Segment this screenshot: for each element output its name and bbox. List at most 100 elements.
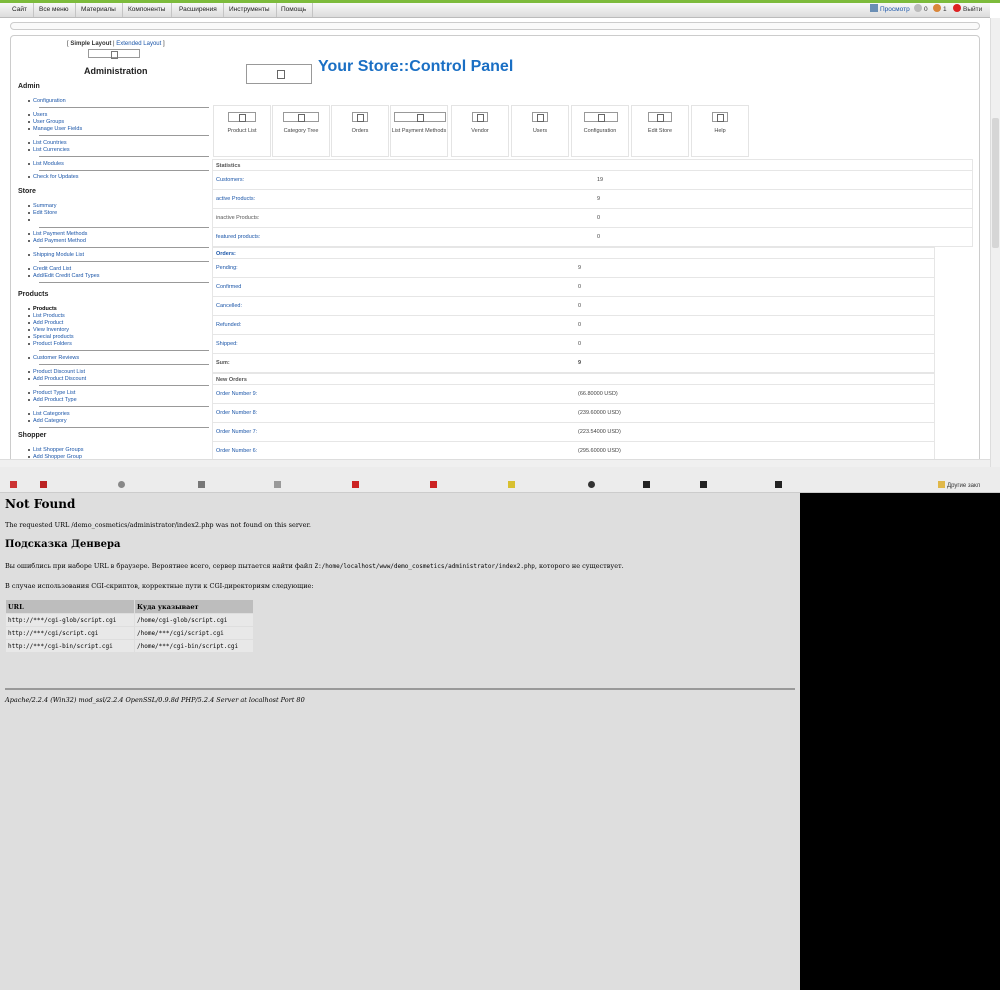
sidebar-item-product-type-list[interactable]: Product Type List [27,390,75,396]
table-row: http://***/cgi-glob/script.cgi /home/cgi… [6,614,253,626]
quickicon-users[interactable]: Users [511,105,569,157]
sidebar-item-check-updates[interactable]: Check for Updates [28,174,79,180]
vendor-icon [472,112,488,122]
other-bookmarks[interactable]: Другие закл [938,481,980,491]
quickicon-orders[interactable]: Orders [331,105,389,157]
table-row: Pending: 9 [212,259,935,278]
menu-components[interactable]: Компоненты [122,3,173,17]
quickicon-edit-store[interactable]: Edit Store [631,105,689,157]
bookmark-item[interactable] [700,481,709,491]
logout-link[interactable]: Выйти [953,4,982,16]
bookmark-item[interactable] [118,481,127,491]
table-row: Cancelled: 0 [212,297,935,316]
statistics-header: Statistics [212,159,973,171]
extended-layout-link[interactable]: Extended Layout [116,41,161,47]
quickicon-help[interactable]: Help [691,105,749,157]
layout-switcher: [ Simple Layout | Extended Layout ] [67,41,165,47]
sidebar-item-view-inventory[interactable]: View Inventory [28,327,69,333]
table-row: Order Number 8: (239.60000 USD) [212,404,935,423]
quickicon-configuration[interactable]: Configuration [571,105,629,157]
sidebar-item-list-countries[interactable]: List Countries [28,140,67,146]
quickicon-vendor[interactable]: Vendor [451,105,509,157]
bookmark-item[interactable] [508,481,517,491]
menu-site[interactable]: Сайт [6,3,34,17]
bookmark-item[interactable] [430,481,439,491]
bookmark-item[interactable] [643,481,652,491]
users-count[interactable]: 1 [933,4,947,16]
sidebar-item-customer-reviews[interactable]: Customer Reviews [27,355,79,361]
sidebar-item-shipping-module-list[interactable]: Shipping Module List [27,252,84,258]
cgi-url-cell: http://***/cgi-glob/script.cgi [6,614,134,626]
table-row: http://***/cgi/script.cgi /home/***/cgi/… [6,627,253,639]
bookmark-item[interactable] [40,481,49,491]
horizontal-scrollbar[interactable] [0,459,990,467]
cgi-path-cell: /home/***/cgi-bin/script.cgi [135,640,253,652]
quickicon-list-payment-methods[interactable]: List Payment Methods [390,105,448,157]
messages-count[interactable]: 0 [914,4,928,16]
bookmark-item[interactable] [274,481,283,491]
sidebar-item-product-discount-list[interactable]: Product Discount List [28,369,85,375]
scrollbar-thumb[interactable] [992,118,999,248]
bookmark-item[interactable] [10,481,19,491]
sidebar-item-add-product-type[interactable]: Add Product Type [28,397,77,403]
bookmark-icon [10,481,17,488]
sidebar-item-credit-card-list[interactable]: Credit Card List [27,266,71,272]
sidebar-item-user-groups[interactable]: User Groups [27,119,64,125]
sidebar-item-edit-store[interactable]: Edit Store [27,210,57,216]
bookmark-item[interactable] [198,481,207,491]
sidebar-item-add-product[interactable]: Add Product [27,320,63,326]
bookmark-item[interactable] [775,481,784,491]
sidebar-section-shopper: Shopper [18,432,47,439]
bookmark-icon [274,481,281,488]
vertical-scrollbar[interactable] [990,18,1000,467]
cgi-path-cell: /home/***/cgi/script.cgi [135,627,253,639]
sidebar-section-products: Products [18,291,49,298]
quickicon-category-tree[interactable]: Category Tree [272,105,330,157]
bookmark-icon [775,481,782,488]
sidebar-item-configuration[interactable]: Configuration [28,98,66,104]
error-message: The requested URL /demo_cosmetics/admini… [5,521,311,529]
sidebar-item-users[interactable]: Users [27,112,47,118]
sidebar-item-list-currencies[interactable]: List Currencies [28,147,70,153]
hint-path: Z:/home/localhost/www/demo_cosmetics/adm… [314,563,535,570]
configuration-icon [584,112,618,122]
menu-all-menus[interactable]: Все меню [33,3,76,17]
table-row: Order Number 9: (66.80000 USD) [212,385,935,404]
quickicon-product-list[interactable]: Product List [213,105,271,157]
sidebar-item-special-products[interactable]: Special products [28,334,74,340]
sidebar-item-list-products[interactable]: List Products [28,313,65,319]
bookmark-item[interactable] [588,481,597,491]
sidebar-item-products[interactable]: Products [28,306,57,312]
sidebar-item-list-modules[interactable]: List Modules [28,161,64,167]
sidebar-item-list-categories[interactable]: List Categories [28,411,70,417]
preview-link[interactable]: Просмотр [870,4,910,16]
preview-icon [870,4,878,12]
sidebar-item-add-category[interactable]: Add Category [28,418,67,424]
sidebar-item-add-product-discount[interactable]: Add Product Discount [27,376,86,382]
table-row: Shipped: 0 [212,335,935,354]
administration-title: Administration [84,66,148,76]
simple-layout-label: Simple Layout [70,41,112,47]
sidebar-item-summary[interactable]: Summary [28,203,57,209]
sidebar-item-list-shopper-groups[interactable]: List Shopper Groups [27,447,83,453]
control-panel-title: Your Store::Control Panel [318,58,514,75]
cgi-url-cell: http://***/cgi-bin/script.cgi [6,640,134,652]
bookmark-icon [352,481,359,488]
table-row: Confirmed 0 [212,278,935,297]
divider [5,688,795,690]
sidebar-item-list-payment-methods[interactable]: List Payment Methods [27,231,87,237]
sidebar-item-add-payment-method[interactable]: Add Payment Method [28,238,86,244]
sidebar-item-product-folders[interactable]: Product Folders [28,341,72,347]
menu-extensions[interactable]: Расширения [173,3,224,17]
server-signature: Apache/2.2.4 (Win32) mod_ssl/2.2.4 OpenS… [5,696,305,704]
menu-tools[interactable]: Инструменты [223,3,277,17]
sidebar-item-manage-user-fields[interactable]: Manage User Fields [27,126,82,132]
sidebar-item-credit-card-types[interactable]: Add/Edit Credit Card Types [28,273,100,279]
table-row: Refunded: 0 [212,316,935,335]
menu-help[interactable]: Помощь [275,3,314,17]
bookmark-item[interactable] [352,481,361,491]
admin-window: Сайт Все меню Материалы Компоненты Расши… [0,0,1000,467]
users-icon [933,4,941,12]
help-icon [712,112,728,122]
menu-content[interactable]: Материалы [75,3,123,17]
